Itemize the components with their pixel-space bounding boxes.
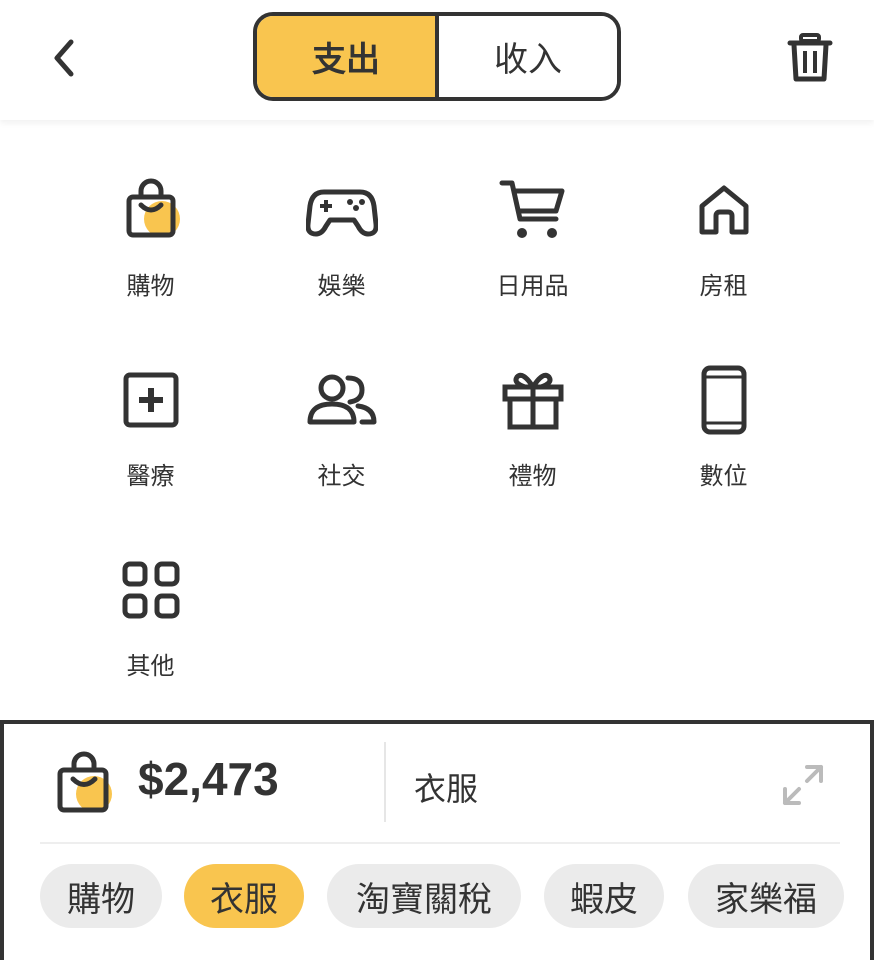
tab-expense[interactable]: 支出 [257, 16, 439, 97]
category-daily-goods[interactable]: 日用品 [437, 170, 628, 320]
gift-icon [493, 360, 573, 440]
chip-carrefour[interactable]: 家樂福 [688, 864, 844, 928]
note-input[interactable]: 衣服 [414, 764, 478, 810]
chip-clothes[interactable]: 衣服 [184, 864, 304, 928]
trash-icon [787, 33, 833, 82]
home-icon [684, 170, 764, 250]
category-label: 房租 [699, 272, 748, 300]
grid-icon [111, 550, 191, 630]
category-label: 醫療 [126, 462, 175, 490]
shopping-bag-icon [50, 748, 120, 818]
category-other[interactable]: 其他 [55, 550, 246, 700]
divider [384, 742, 386, 822]
expand-icon [783, 765, 823, 805]
medical-plus-icon [111, 360, 191, 440]
category-label: 其他 [126, 652, 175, 680]
category-social[interactable]: 社交 [246, 360, 437, 510]
delete-button[interactable] [780, 30, 840, 86]
tab-income[interactable]: 收入 [439, 16, 617, 97]
category-rent[interactable]: 房租 [628, 170, 819, 320]
people-icon [302, 360, 382, 440]
category-label: 娛樂 [317, 272, 366, 300]
entry-panel: $2,473 衣服 購物 衣服 淘寶關稅 蝦皮 家樂福 [0, 720, 874, 960]
category-label: 數位 [699, 462, 748, 490]
top-bar: 支出 收入 [0, 0, 874, 120]
shopping-cart-icon [493, 170, 573, 250]
amount-display[interactable]: $2,473 [138, 752, 279, 806]
chevron-left-icon [54, 39, 74, 77]
chip-taobao-tax[interactable]: 淘寶關稅 [327, 864, 521, 928]
type-toggle: 支出 收入 [253, 12, 621, 101]
chip-shopping[interactable]: 購物 [40, 864, 162, 928]
gamepad-icon [302, 170, 382, 250]
category-gift[interactable]: 禮物 [437, 360, 628, 510]
category-label: 日用品 [496, 272, 569, 300]
category-label: 購物 [126, 272, 175, 300]
chip-shopee[interactable]: 蝦皮 [544, 864, 664, 928]
category-label: 社交 [317, 462, 366, 490]
back-button[interactable] [40, 30, 88, 86]
category-medical[interactable]: 醫療 [55, 360, 246, 510]
category-entertainment[interactable]: 娛樂 [246, 170, 437, 320]
category-shopping[interactable]: 購物 [55, 170, 246, 320]
subcategory-chips: 購物 衣服 淘寶關稅 蝦皮 家樂福 [40, 860, 874, 940]
expand-button[interactable] [778, 760, 828, 810]
category-digital[interactable]: 數位 [628, 360, 819, 510]
shopping-bag-icon [111, 170, 191, 250]
divider [40, 842, 840, 844]
smartphone-icon [684, 360, 764, 440]
category-label: 禮物 [508, 462, 557, 490]
